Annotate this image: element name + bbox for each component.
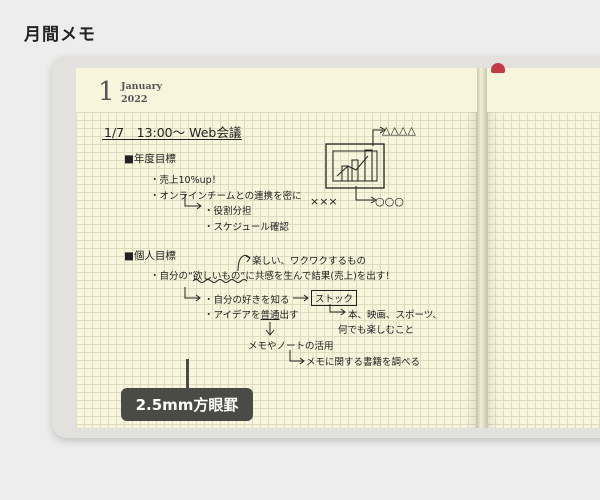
sketch-board-inner (332, 150, 378, 182)
grid-spec-callout: 2.5mm方眼罫 (121, 388, 253, 421)
annotation-curve (237, 255, 251, 272)
callout-pointer (186, 359, 189, 389)
sketch-bars (341, 149, 373, 181)
arrow-know-likes (184, 287, 199, 299)
arrow-sub-items (184, 194, 200, 207)
sketch-drawings (184, 126, 386, 365)
wavy-underline (192, 279, 248, 283)
arrow-stock-down (329, 304, 344, 313)
